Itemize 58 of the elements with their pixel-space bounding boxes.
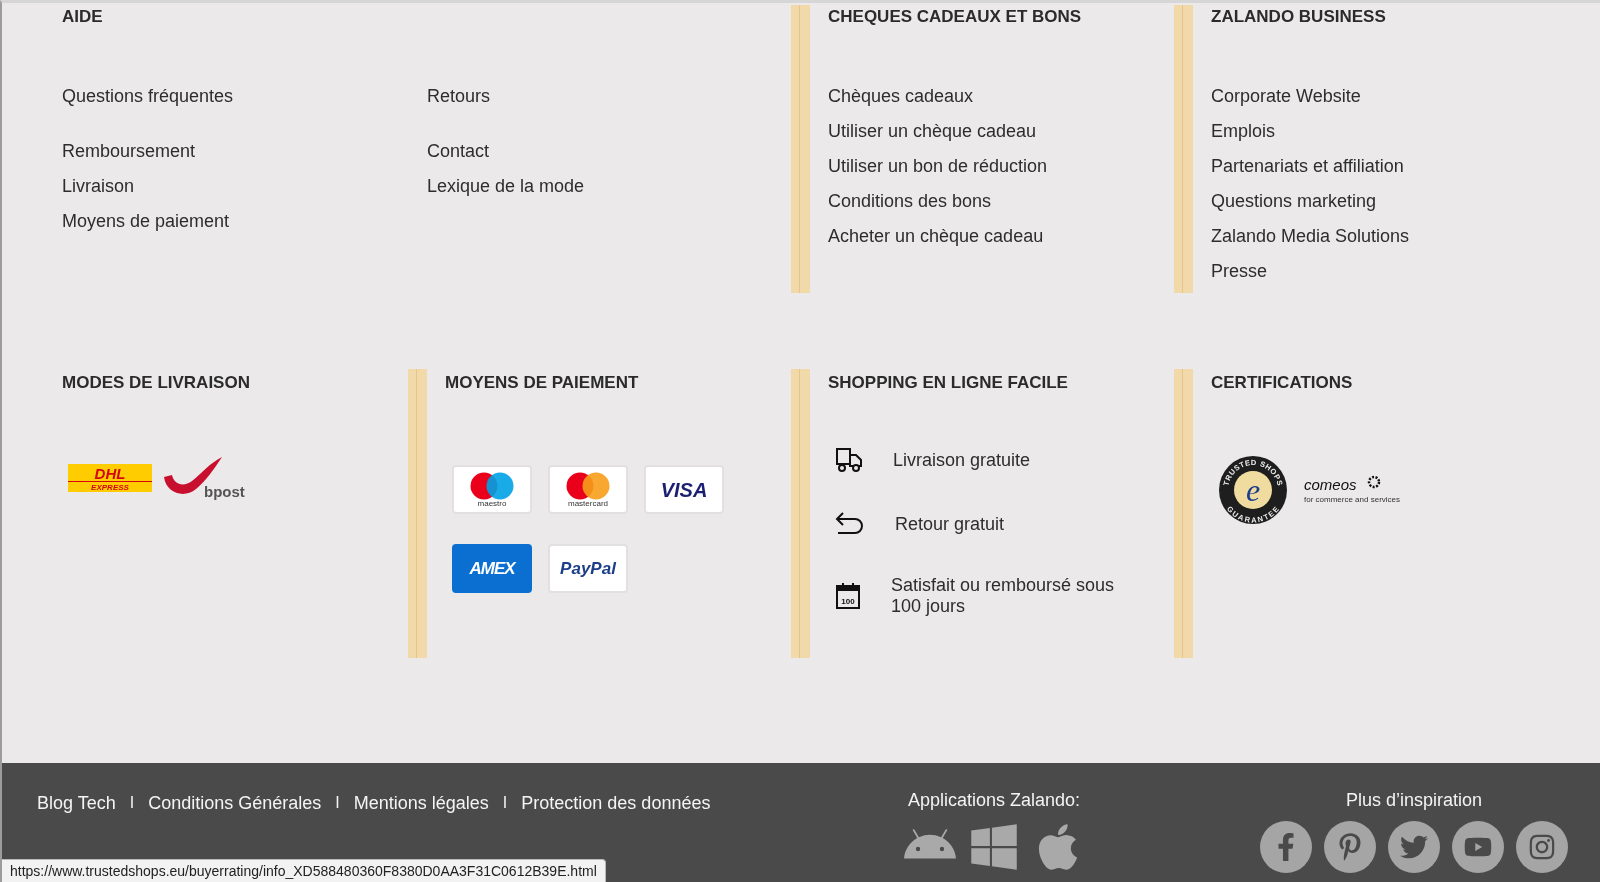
feature-text: Livraison gratuite <box>893 449 1032 471</box>
footer-link[interactable]: Partenariats et affiliation <box>1211 149 1404 184</box>
social-title: Plus d’inspiration <box>1345 789 1483 811</box>
footer-link[interactable]: Lexique de la mode <box>427 169 585 204</box>
footer-link[interactable]: Questions fréquentes <box>62 79 234 114</box>
card-label: AMEX <box>469 560 515 577</box>
truck-icon <box>835 447 863 473</box>
feature-text: Retour gratuit <box>895 513 1006 535</box>
footer-link[interactable]: Conditions Générales <box>148 792 322 814</box>
status-bar-url: https://www.trustedshops.eu/buyerrating/info_XD588480360F8380D0AA3F31C0612B39E.html <box>2 859 606 882</box>
card-label: maestro <box>477 499 507 508</box>
apps-title: Applications Zalando: <box>907 789 1081 811</box>
facebook-icon[interactable] <box>1260 821 1312 873</box>
return-arrow-icon <box>835 511 865 537</box>
section-heading: MOYENS DE PAIEMENT <box>445 373 640 393</box>
overlapping-circles-icon <box>566 471 610 500</box>
footer-link[interactable]: Presse <box>1211 254 1268 289</box>
footer-link[interactable]: Blog Tech <box>37 792 116 814</box>
footer-link[interactable]: Remboursement <box>62 134 196 169</box>
overlapping-circles-icon <box>470 471 514 500</box>
footer-link[interactable]: Zalando Media Solutions <box>1211 219 1410 254</box>
feature-text: Satisfait ou remboursé sous 100 jours <box>891 575 1116 617</box>
bird-icon[interactable] <box>1388 821 1440 873</box>
card-label: VISA <box>660 479 708 500</box>
footer-link[interactable]: Emplois <box>1211 114 1276 149</box>
card-label: mastercard <box>568 499 608 508</box>
section-heading: SHOPPING EN LIGNE FACILE <box>828 373 1069 393</box>
section-heading: CERTIFICATIONS <box>1211 373 1354 393</box>
comeos-logo: comeos for commerce and services <box>1304 475 1404 505</box>
separator: I <box>335 793 340 813</box>
logo-text: bpost <box>204 483 245 500</box>
footer-link[interactable]: Contact <box>427 134 490 169</box>
footer-link[interactable]: Utiliser un chèque cadeau <box>828 114 1037 149</box>
logo-text: DHL <box>94 465 126 482</box>
section-heading: MODES DE LIVRAISON <box>62 373 251 393</box>
footer-link[interactable]: Chèques cadeaux <box>828 79 974 114</box>
footer-link[interactable]: Utiliser un bon de réduction <box>828 149 1048 184</box>
windows-icon[interactable] <box>968 821 1020 873</box>
footer-link[interactable]: Mentions légales <box>353 792 489 814</box>
footer-link[interactable]: Acheter un chèque cadeau <box>828 219 1044 254</box>
camera-icon[interactable] <box>1516 821 1568 873</box>
footer-link[interactable]: Livraison <box>62 169 135 204</box>
footer-link[interactable]: Retours <box>427 79 491 114</box>
footer-link[interactable]: Corporate Website <box>1211 79 1361 114</box>
section-heading: CHEQUES CADEAUX ET BONS <box>828 7 1083 27</box>
footer-link[interactable]: Conditions des bons <box>828 184 992 219</box>
youtube-icon[interactable] <box>1452 821 1504 873</box>
separator: I <box>502 793 508 813</box>
footer-link[interactable]: Protection des données <box>521 792 711 814</box>
footer-link[interactable]: Questions marketing <box>1211 184 1377 219</box>
section-heading: ZALANDO BUSINESS <box>1211 7 1387 27</box>
card-label: PayPal <box>560 560 616 577</box>
calendar-icon: 100 <box>835 582 861 610</box>
pinterest-icon[interactable] <box>1324 821 1376 873</box>
logo-subtext: EXPRESS <box>91 483 129 492</box>
separator: I <box>129 793 135 813</box>
section-heading: AIDE <box>62 7 104 27</box>
footer-link[interactable]: Moyens de paiement <box>62 204 230 239</box>
